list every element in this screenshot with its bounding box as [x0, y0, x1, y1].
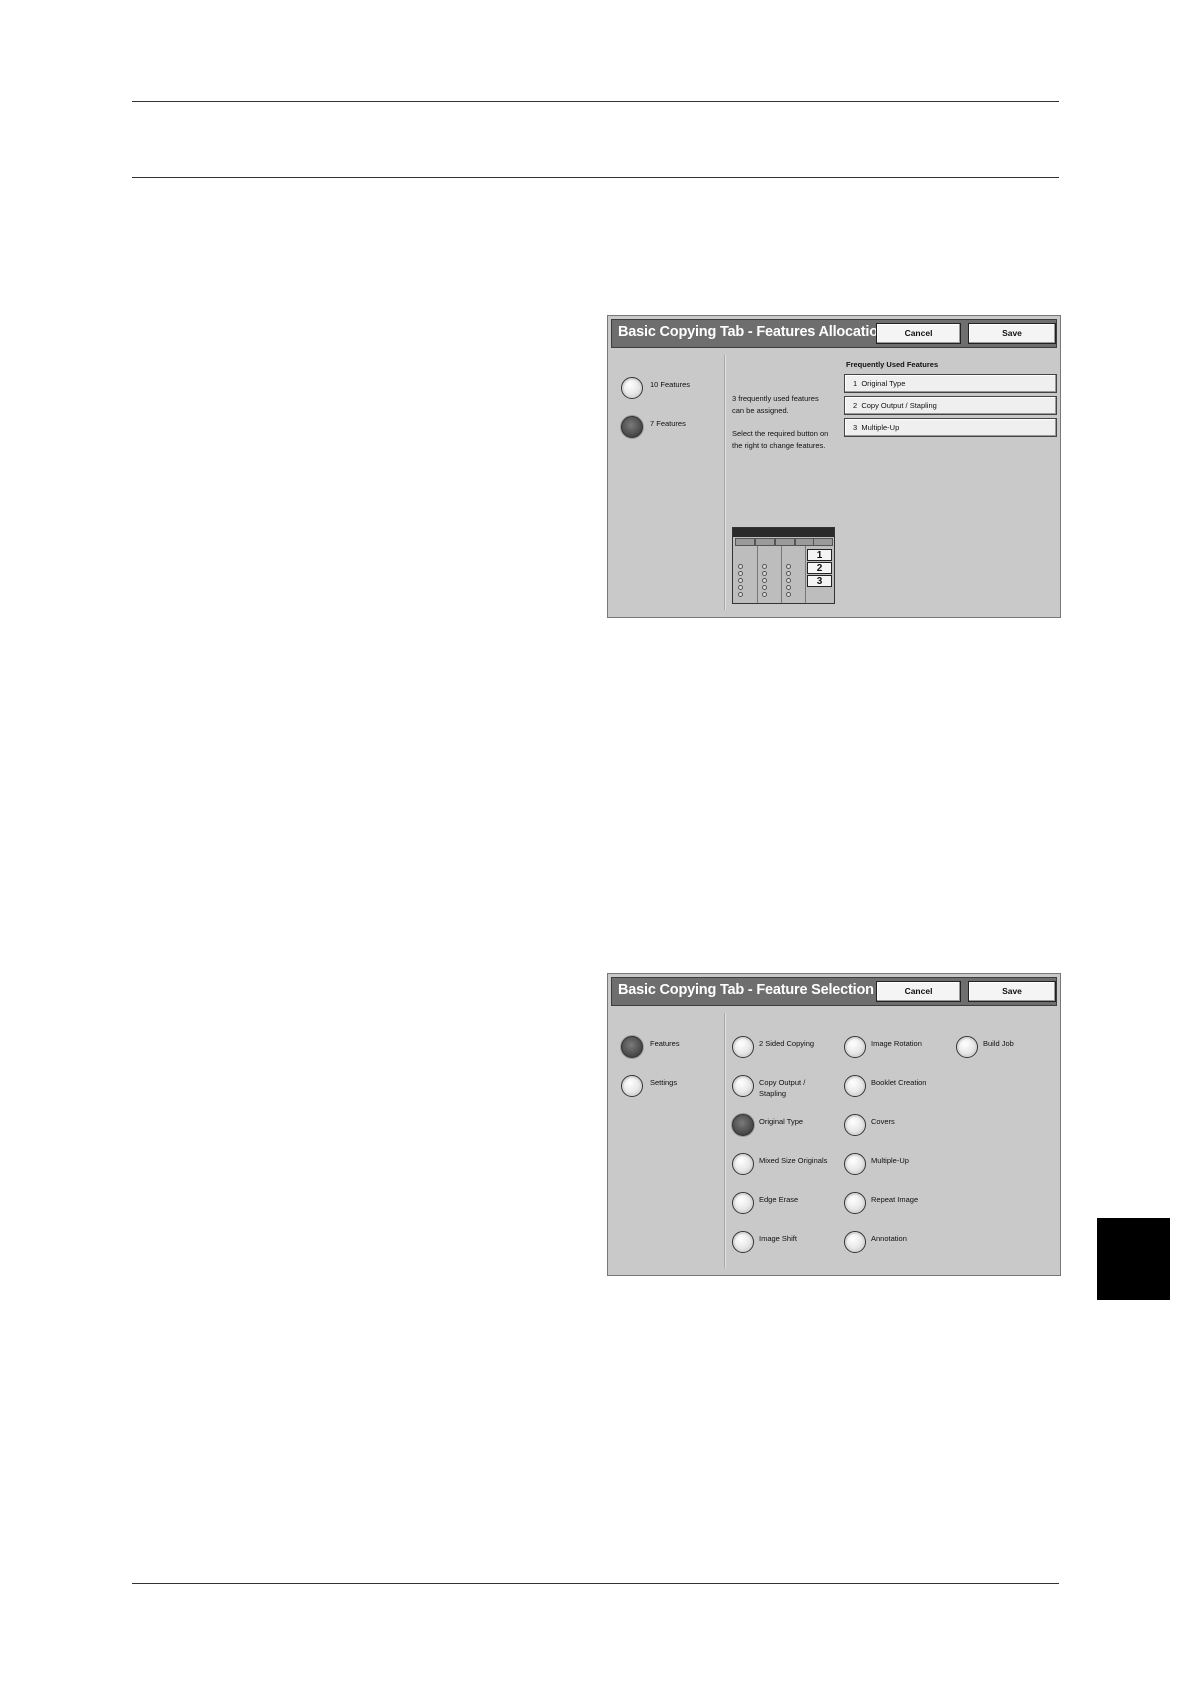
radio-icon[interactable]: [732, 1036, 754, 1058]
preview-dot: [738, 571, 743, 576]
radio-icon[interactable]: [621, 416, 643, 438]
feature-label: Mixed Size Originals: [759, 1156, 828, 1165]
feature-number: 3: [853, 423, 858, 432]
radio-icon[interactable]: [956, 1036, 978, 1058]
header-rule-bottom: [132, 177, 1059, 178]
preview-dot: [762, 564, 767, 569]
feature-button-2[interactable]: 2 Copy Output / Stapling: [844, 396, 1057, 415]
preview-dot: [738, 592, 743, 597]
panel-divider: [724, 355, 725, 610]
option-label: Features: [650, 1039, 680, 1048]
panel-divider: [724, 1013, 725, 1268]
preview-column: [735, 546, 758, 603]
preview-dot: [738, 564, 743, 569]
feature-button-1[interactable]: 1 Original Type: [844, 374, 1057, 393]
cancel-button[interactable]: Cancel: [876, 323, 961, 344]
radio-icon[interactable]: [732, 1231, 754, 1253]
feature-label: Covers: [871, 1117, 895, 1126]
preview-dot: [786, 571, 791, 576]
preview-tab: [735, 538, 755, 546]
preview-dot: [762, 571, 767, 576]
preview-dot: [786, 578, 791, 583]
preview-column: [759, 546, 782, 603]
feature-selection-screen: Basic Copying Tab - Feature Selection Ca…: [607, 973, 1061, 1276]
preview-number-3: 3: [807, 575, 832, 587]
radio-icon[interactable]: [732, 1114, 754, 1136]
preview-tab: [775, 538, 795, 546]
preview-tab: [755, 538, 775, 546]
feature-label: Multiple-Up: [871, 1156, 909, 1165]
feature-label: Original Type: [861, 379, 906, 388]
feature-number: 2: [853, 401, 858, 410]
screen-body: 10 Features 7 Features 3 frequently used…: [611, 351, 1057, 614]
feature-label: Copy Output / Stapling: [861, 401, 937, 410]
preview-dot: [762, 578, 767, 583]
title-bar: Basic Copying Tab - Feature Selection Ca…: [611, 977, 1057, 1006]
feature-label: Multiple-Up: [861, 423, 900, 432]
feature-label: Annotation: [871, 1234, 907, 1243]
preview-dot: [786, 585, 791, 590]
chapter-tab-marker: [1097, 1218, 1170, 1300]
radio-icon[interactable]: [844, 1114, 866, 1136]
screen-body: Features Settings 2 Sided Copying Copy O…: [611, 1009, 1057, 1272]
tab-preview-illustration: 1 2 3: [732, 527, 835, 604]
feature-label: Edge Erase: [759, 1195, 799, 1204]
feature-label: Image Rotation: [871, 1039, 922, 1048]
footer-rule: [132, 1583, 1059, 1584]
option-label: 10 Features: [650, 380, 691, 389]
preview-title-bar: [733, 528, 834, 537]
preview-dot: [762, 592, 767, 597]
feature-label: Repeat Image: [871, 1195, 919, 1204]
option-label: Settings: [650, 1078, 678, 1087]
title-bar: Basic Copying Tab - Features Allocation …: [611, 319, 1057, 348]
preview-dot: [786, 592, 791, 597]
feature-number: 1: [853, 379, 858, 388]
header-rule-top: [132, 101, 1059, 102]
radio-icon[interactable]: [844, 1036, 866, 1058]
preview-number-2: 2: [807, 562, 832, 574]
feature-label: Copy Output / Stapling: [759, 1078, 806, 1098]
radio-icon[interactable]: [621, 1075, 643, 1097]
preview-number-1: 1: [807, 549, 832, 561]
feature-label: Build Job: [983, 1039, 1014, 1048]
option-label: 7 Features: [650, 419, 686, 428]
radio-icon[interactable]: [732, 1075, 754, 1097]
info-text-assign: 3 frequently used features can be assign…: [732, 394, 819, 415]
preview-dot: [738, 578, 743, 583]
preview-tab: [813, 538, 833, 546]
radio-icon[interactable]: [844, 1075, 866, 1097]
feature-label: 2 Sided Copying: [759, 1039, 815, 1048]
preview-column: [783, 546, 806, 603]
features-allocation-screen: Basic Copying Tab - Features Allocation …: [607, 315, 1061, 618]
preview-dot: [738, 585, 743, 590]
radio-icon[interactable]: [732, 1192, 754, 1214]
save-button[interactable]: Save: [968, 323, 1056, 344]
preview-tab: [795, 538, 815, 546]
radio-icon[interactable]: [621, 1036, 643, 1058]
preview-dot: [786, 564, 791, 569]
feature-label: Image Shift: [759, 1234, 797, 1243]
save-button[interactable]: Save: [968, 981, 1056, 1002]
feature-label: Booklet Creation: [871, 1078, 927, 1087]
frequently-used-heading: Frequently Used Features: [846, 360, 939, 369]
info-text-select: Select the required button on the right …: [732, 429, 829, 450]
screen-title: Basic Copying Tab - Features Allocation: [618, 324, 887, 340]
radio-icon[interactable]: [844, 1192, 866, 1214]
feature-label: Original Type: [759, 1117, 804, 1126]
radio-icon[interactable]: [732, 1153, 754, 1175]
preview-dot: [762, 585, 767, 590]
feature-button-3[interactable]: 3 Multiple-Up: [844, 418, 1057, 437]
cancel-button[interactable]: Cancel: [876, 981, 961, 1002]
screen-title: Basic Copying Tab - Feature Selection: [618, 982, 874, 998]
radio-icon[interactable]: [844, 1153, 866, 1175]
radio-icon[interactable]: [621, 377, 643, 399]
radio-icon[interactable]: [844, 1231, 866, 1253]
